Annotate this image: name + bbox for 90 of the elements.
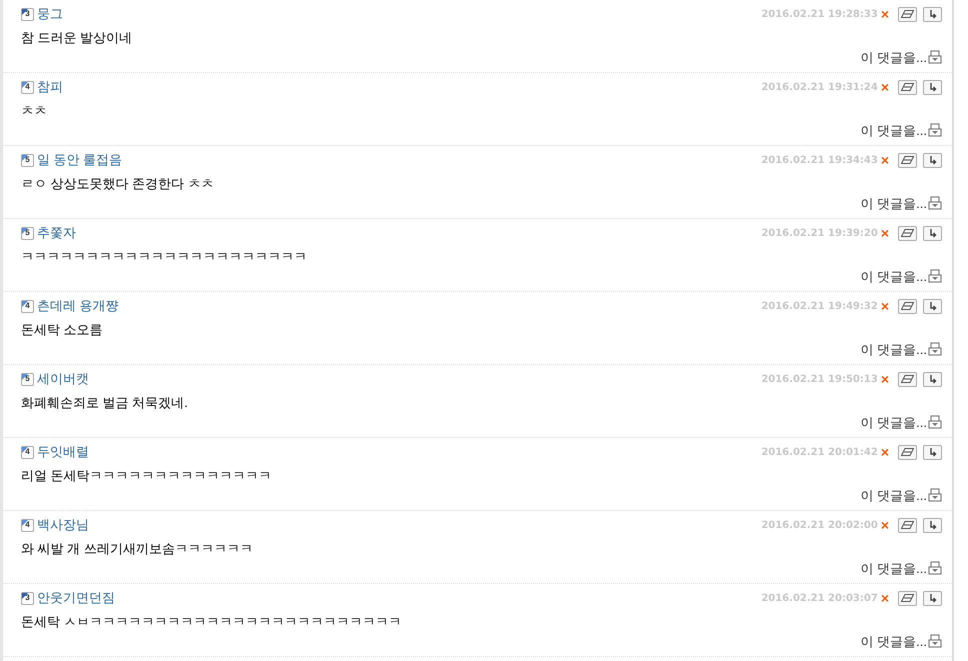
comment-menu-link[interactable]: 이 댓글을... <box>860 486 927 505</box>
reply-button[interactable] <box>923 298 942 314</box>
comment-menu-link[interactable]: 이 댓글을... <box>860 632 927 651</box>
comment-text: 화폐훼손죄로 벌금 처묵겠네. <box>21 394 189 412</box>
delete-button[interactable]: × <box>880 445 889 459</box>
eraser-icon <box>901 302 914 310</box>
comment-menu-link[interactable]: 이 댓글을... <box>860 266 927 286</box>
comment-menu-link[interactable]: 이 댓글을... <box>860 340 927 359</box>
comment-menu-link[interactable]: 이 댓글을... <box>860 194 927 213</box>
edit-button[interactable] <box>898 226 917 240</box>
level-badge: 4 <box>21 518 34 532</box>
reply-button[interactable] <box>923 6 942 22</box>
nickname-link[interactable]: 츤데레 용개쨩 <box>37 296 119 316</box>
eraser-icon <box>901 156 914 164</box>
eraser-icon <box>901 448 914 456</box>
reply-button[interactable] <box>923 152 942 168</box>
level-badge: 4 <box>21 80 34 94</box>
comment-menu-link[interactable]: 이 댓글을... <box>860 120 927 140</box>
delete-button[interactable]: × <box>880 299 889 313</box>
nickname-link[interactable]: 세이버캣 <box>37 369 89 389</box>
comment-menu-link[interactable]: 이 댓글을... <box>860 558 927 578</box>
reply-arrow-icon <box>928 10 936 18</box>
reply-button[interactable] <box>923 518 942 532</box>
edit-button[interactable] <box>898 80 917 94</box>
tray-icon[interactable] <box>928 342 942 356</box>
tray-icon[interactable] <box>928 561 942 576</box>
tray-icon[interactable] <box>928 196 942 210</box>
edit-button[interactable] <box>898 298 917 314</box>
reply-button[interactable] <box>923 372 942 386</box>
nickname-link[interactable]: 추쫓자 <box>37 223 76 243</box>
comment-text: 돈세탁 ㅅㅂㅋㅋㅋㅋㅋㅋㅋㅋㅋㅋㅋㅋㅋㅋㅋㅋㅋㅋㅋㅋㅋㅋㅋㅋ <box>21 613 403 631</box>
reply-button[interactable] <box>923 80 942 94</box>
comment-text: 참 드러운 발상이네 <box>21 29 134 47</box>
level-badge: 5 <box>21 226 34 240</box>
eraser-icon <box>901 594 914 602</box>
delete-button[interactable]: × <box>880 518 889 532</box>
edit-button[interactable] <box>898 518 917 532</box>
level-badge: 4 <box>21 300 34 312</box>
reply-arrow-icon <box>928 302 936 310</box>
reply-button[interactable] <box>923 226 942 240</box>
tray-icon[interactable] <box>928 415 942 430</box>
reply-arrow-icon <box>928 374 936 384</box>
delete-button[interactable]: × <box>880 591 889 605</box>
delete-button[interactable]: × <box>880 226 889 240</box>
tray-icon[interactable] <box>928 634 942 648</box>
comment-text: 리얼 돈세탁ㅋㅋㅋㅋㅋㅋㅋㅋㅋㅋㅋㅋㅋㅋ <box>21 467 273 485</box>
edit-button[interactable] <box>898 590 917 606</box>
comment-menu-link[interactable]: 이 댓글을... <box>860 412 927 432</box>
nickname-link[interactable]: 참피 <box>37 77 63 97</box>
delete-button[interactable]: × <box>880 80 889 94</box>
reply-arrow-icon <box>928 448 936 456</box>
reply-arrow-icon <box>928 156 936 164</box>
tray-icon[interactable] <box>928 269 942 284</box>
level-badge: 3 <box>21 592 34 604</box>
eraser-icon <box>901 83 914 91</box>
edit-button[interactable] <box>898 444 917 460</box>
delete-button[interactable]: × <box>880 7 889 21</box>
nickname-link[interactable]: 안웃기면던짐 <box>37 588 115 608</box>
reply-arrow-icon <box>928 520 936 530</box>
reply-arrow-icon <box>928 82 936 92</box>
edit-button[interactable] <box>898 6 917 22</box>
edit-button[interactable] <box>898 152 917 168</box>
delete-button[interactable]: × <box>880 372 889 386</box>
eraser-icon <box>901 10 914 18</box>
comment-text: 돈세탁 소오름 <box>21 321 104 339</box>
comment-text: 와 씨발 개 쓰레기새끼보솜ㅋㅋㅋㅋㅋㅋ <box>21 540 254 558</box>
reply-arrow-icon <box>928 594 936 602</box>
level-badge: 5 <box>21 154 34 166</box>
nickname-link[interactable]: 뭉그 <box>37 4 63 24</box>
tray-icon[interactable] <box>928 488 942 502</box>
edit-button[interactable] <box>898 372 917 386</box>
level-badge: 3 <box>21 8 34 20</box>
level-badge: 4 <box>21 446 34 458</box>
comment-text: ㅋㅋㅋㅋㅋㅋㅋㅋㅋㅋㅋㅋㅋㅋㅋㅋㅋㅋㅋㅋㅋㅋ <box>21 248 308 266</box>
nickname-link[interactable]: 일 동안 룰접음 <box>37 150 122 170</box>
reply-arrow-icon <box>928 228 936 238</box>
tray-icon[interactable] <box>928 123 942 138</box>
eraser-icon <box>901 375 914 383</box>
level-badge: 5 <box>21 372 34 386</box>
reply-button[interactable] <box>923 444 942 460</box>
comment-menu-link[interactable]: 이 댓글을... <box>860 48 927 67</box>
nickname-link[interactable]: 백사장님 <box>37 515 89 535</box>
comment-text: ㄹㅇ 상상도못했다 존경한다 ㅊㅊ <box>21 175 215 193</box>
delete-button[interactable]: × <box>880 153 889 167</box>
tray-icon[interactable] <box>928 50 942 64</box>
comment-text: ㅊㅊ <box>21 102 48 120</box>
eraser-icon <box>901 229 914 237</box>
eraser-icon <box>901 521 914 529</box>
reply-button[interactable] <box>923 590 942 606</box>
nickname-link[interactable]: 두잇배렬 <box>37 442 89 462</box>
